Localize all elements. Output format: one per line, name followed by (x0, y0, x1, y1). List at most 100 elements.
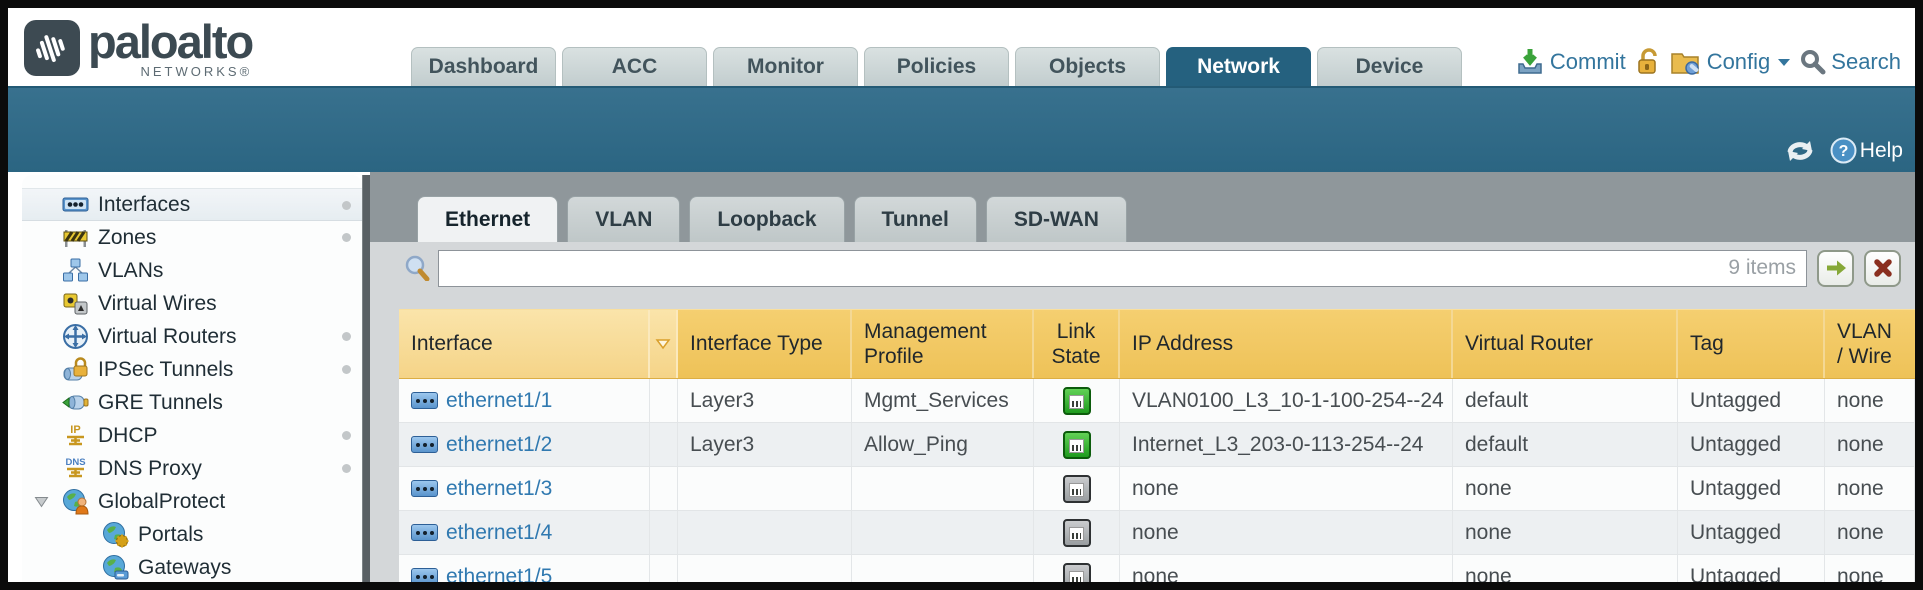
cell-virtual-router: none (1453, 555, 1678, 582)
cell-tag: Untagged (1678, 379, 1825, 422)
lock-button[interactable] (1635, 48, 1661, 76)
config-icon (1670, 48, 1702, 76)
subtab-tunnel[interactable]: Tunnel (854, 196, 977, 242)
subtab-loopback[interactable]: Loopback (689, 196, 844, 242)
sidebar-item-globalprotect[interactable]: GlobalProtect (22, 485, 362, 518)
tab-acc[interactable]: ACC (562, 47, 707, 86)
sidebar-item-label: Interfaces (98, 193, 190, 217)
cell-vlan-wire: none (1825, 423, 1915, 466)
sidebar-item-label: DNS Proxy (98, 457, 202, 481)
paloalto-logo-icon (24, 20, 80, 76)
link-state-icon (1063, 563, 1091, 583)
cell-spacer (650, 467, 678, 510)
cell-spacer (650, 379, 678, 422)
subtab-vlan[interactable]: VLAN (567, 196, 680, 242)
commit-icon (1515, 47, 1545, 77)
tab-monitor[interactable]: Monitor (713, 47, 858, 86)
filter-search-icon (404, 255, 430, 281)
globalprotect-icon (62, 488, 89, 515)
search-label: Search (1831, 49, 1901, 75)
help-button[interactable]: ? Help (1830, 137, 1903, 164)
ethernet-interface-icon (411, 524, 438, 541)
search-button[interactable]: Search (1800, 49, 1901, 75)
commit-button[interactable]: Commit (1515, 47, 1626, 77)
subtab-sdwan[interactable]: SD-WAN (986, 196, 1127, 242)
virtual-routers-icon (62, 323, 89, 350)
sidebar-item-ipsec-tunnels[interactable]: IPSec Tunnels (22, 353, 362, 386)
cell-management-profile: Mgmt_Services (852, 379, 1034, 422)
col-header-ip-address[interactable]: IP Address (1120, 310, 1453, 378)
cell-ip-address: none (1120, 467, 1453, 510)
apply-filter-button[interactable] (1817, 250, 1854, 287)
tab-dashboard[interactable]: Dashboard (411, 47, 556, 86)
interface-link[interactable]: ethernet1/1 (446, 389, 552, 413)
sidebar-item-vlans[interactable]: VLANs (22, 254, 362, 287)
sidebar-item-label: DHCP (98, 424, 158, 448)
filter-input-wrap: 9 items (438, 250, 1807, 287)
app-inner: paloalto NETWORKS® Dashboard ACC Monitor… (8, 8, 1915, 582)
col-header-vlan-wire[interactable]: VLAN / Wire (1825, 310, 1915, 378)
col-header-link-state[interactable]: Link State (1034, 310, 1120, 378)
sidebar-splitter[interactable] (362, 175, 370, 582)
sidebar-item-portals[interactable]: Portals (22, 518, 362, 551)
sidebar-item-virtual-wires[interactable]: Virtual Wires (22, 287, 362, 320)
sidebar-item-label: VLANs (98, 259, 163, 283)
interfaces-table: Interface Interface Type Management Prof… (399, 309, 1915, 582)
cell-tag: Untagged (1678, 555, 1825, 582)
ethernet-interface-icon (411, 568, 438, 582)
zones-icon (62, 224, 89, 251)
chevron-down-icon (1777, 57, 1791, 67)
collapse-triangle-icon[interactable] (34, 496, 49, 508)
subtab-ethernet[interactable]: Ethernet (417, 196, 558, 242)
interface-link[interactable]: ethernet1/3 (446, 477, 552, 501)
cell-interface-type: Layer3 (678, 423, 852, 466)
cell-ip-address: Internet_L3_203-0-113-254--24 (1120, 423, 1453, 466)
clear-x-icon (1873, 258, 1893, 278)
col-header-interface[interactable]: Interface (399, 310, 650, 378)
paloalto-logo-text: paloalto NETWORKS® (88, 16, 252, 79)
sidebar-item-label: IPSec Tunnels (98, 358, 233, 382)
interface-link[interactable]: ethernet1/4 (446, 521, 552, 545)
interfaces-icon (62, 191, 89, 218)
sidebar-item-dns-proxy[interactable]: DNS DNS Proxy (22, 452, 362, 485)
interface-link[interactable]: ethernet1/5 (446, 565, 552, 583)
config-button[interactable]: Config (1670, 48, 1792, 76)
ethernet-interface-icon (411, 436, 438, 453)
sidebar-item-dhcp[interactable]: IP DHCP (22, 419, 362, 452)
main-content: Ethernet VLAN Loopback Tunnel SD-WAN 9 i… (370, 172, 1915, 582)
sidebar-item-zones[interactable]: Zones (22, 221, 362, 254)
sidebar-item-gateways[interactable]: Gateways (22, 551, 362, 582)
sidebar-item-gre-tunnels[interactable]: GRE Tunnels (22, 386, 362, 419)
sidebar-item-interfaces[interactable]: Interfaces (22, 188, 362, 221)
refresh-icon[interactable] (1784, 138, 1816, 164)
header-utilities: Commit Config (1515, 44, 1901, 80)
col-header-virtual-router[interactable]: Virtual Router (1453, 310, 1678, 378)
clear-filter-button[interactable] (1864, 250, 1901, 287)
tab-device[interactable]: Device (1317, 47, 1462, 86)
brand-name: paloalto (88, 16, 252, 68)
tab-policies[interactable]: Policies (864, 47, 1009, 86)
tab-objects[interactable]: Objects (1015, 47, 1160, 86)
sidebar-item-virtual-routers[interactable]: Virtual Routers (22, 320, 362, 353)
cell-vlan-wire: none (1825, 555, 1915, 582)
cell-management-profile (852, 511, 1034, 554)
teal-statusbar: ? Help (8, 86, 1915, 172)
col-header-interface-type[interactable]: Interface Type (678, 310, 852, 378)
cell-interface: ethernet1/5 (399, 555, 650, 582)
cell-link-state (1034, 467, 1120, 510)
filter-input[interactable] (449, 257, 1720, 280)
sidebar-item-label: Gateways (138, 556, 231, 580)
col-sort-dropdown[interactable] (650, 310, 678, 378)
search-icon (1800, 49, 1826, 75)
col-header-tag[interactable]: Tag (1678, 310, 1825, 378)
cell-vlan-wire: none (1825, 511, 1915, 554)
sidebar-item-dot (342, 201, 351, 210)
interface-link[interactable]: ethernet1/2 (446, 433, 552, 457)
sidebar-item-dot (342, 464, 351, 473)
cell-virtual-router: none (1453, 467, 1678, 510)
col-header-management-profile[interactable]: Management Profile (852, 310, 1034, 378)
sidebar-item-dot (342, 332, 351, 341)
tab-network[interactable]: Network (1166, 47, 1311, 86)
lock-icon (1635, 48, 1661, 76)
arrow-right-icon (1825, 259, 1847, 277)
